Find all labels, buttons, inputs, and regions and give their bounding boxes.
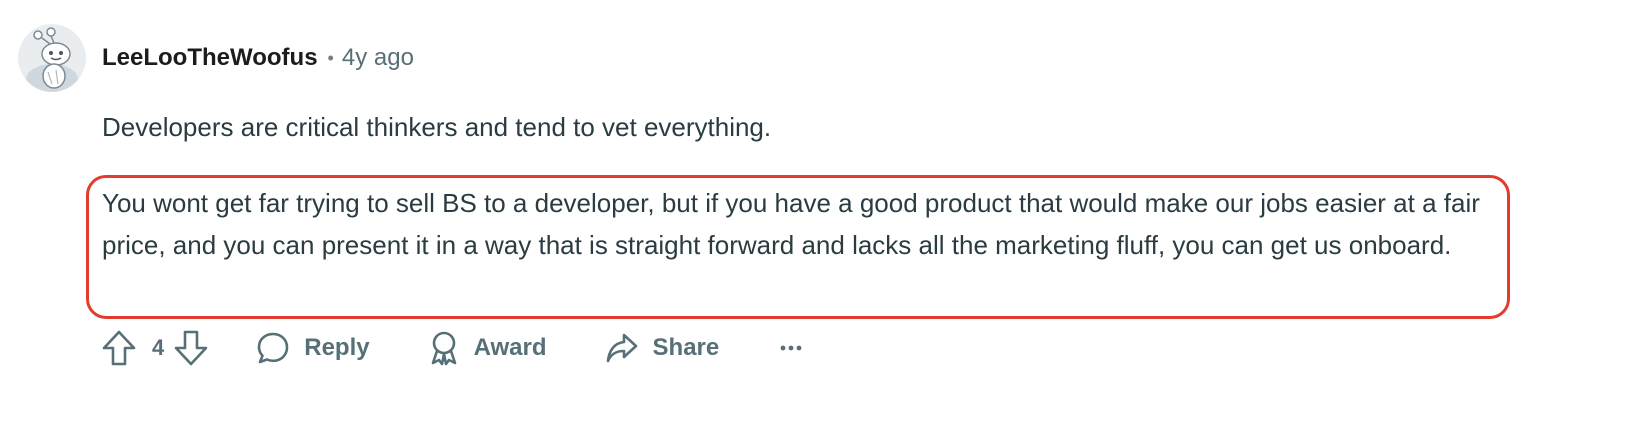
speech-bubble-icon	[256, 331, 290, 365]
avatar[interactable]	[18, 24, 86, 92]
share-button[interactable]: Share	[605, 332, 720, 364]
reply-label: Reply	[304, 334, 370, 361]
comment-meta: LeeLooTheWoofus • 4y ago	[102, 40, 414, 76]
comment-paragraph-highlighted: You wont get far trying to sell BS to a …	[102, 188, 1480, 260]
comment-timestamp[interactable]: 4y ago	[342, 44, 414, 72]
reply-button[interactable]: Reply	[256, 331, 370, 365]
vote-count: 4	[152, 335, 165, 360]
comment-action-bar: 4 Reply Award Share	[100, 326, 805, 370]
share-label: Share	[652, 334, 720, 361]
award-ribbon-icon	[428, 330, 460, 366]
comment-paragraph: Developers are critical thinkers and ten…	[102, 112, 772, 142]
share-arrow-icon	[605, 332, 639, 364]
author-username[interactable]: LeeLooTheWoofus	[102, 44, 318, 72]
downvote-arrow-icon[interactable]	[172, 328, 210, 368]
comment: LeeLooTheWoofus • 4y ago Developers are …	[0, 0, 1648, 422]
upvote-arrow-icon[interactable]	[100, 328, 138, 368]
award-button[interactable]: Award	[428, 330, 547, 366]
meta-separator: •	[327, 47, 334, 68]
award-label: Award	[473, 334, 547, 361]
ellipsis-icon[interactable]	[777, 334, 805, 362]
snoo-avatar-icon	[18, 24, 86, 92]
